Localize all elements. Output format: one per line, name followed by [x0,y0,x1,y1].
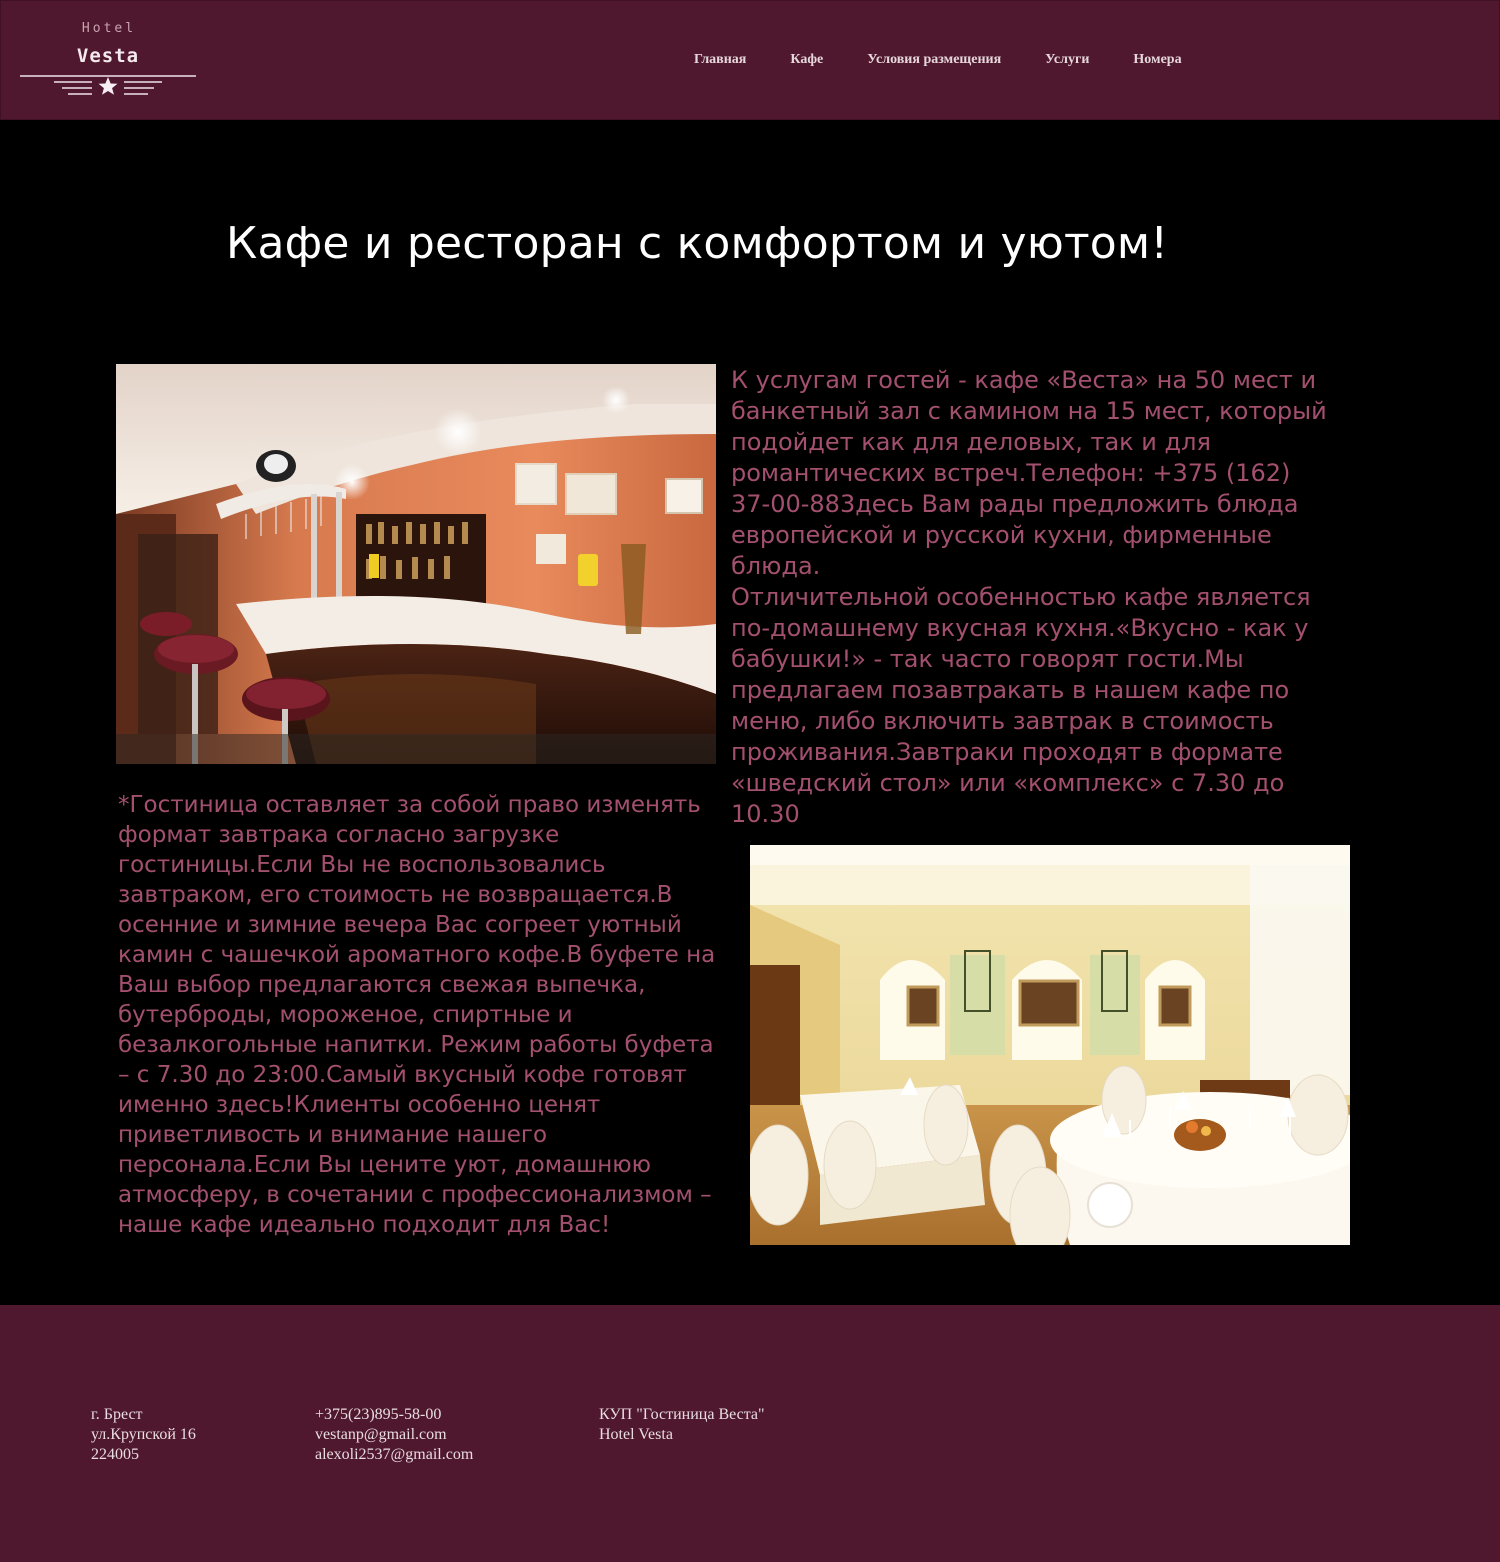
footer-company-en: Hotel Vesta [599,1426,673,1443]
main-nav: Главная Кафе Условия размещения Услуги Н… [694,52,1182,72]
footer-city: г. Брест [91,1406,143,1423]
cafe-bar-photo [116,364,716,764]
footer-address: г. Брест ул.Крупской 16 224005 [91,1405,196,1465]
nav-link-cafe[interactable]: Кафе [790,52,823,72]
nav-link-services[interactable]: Услуги [1045,52,1089,72]
nav-link-home[interactable]: Главная [694,52,746,72]
hotel-logo[interactable]: Hotel Vesta [18,18,198,102]
nav-link-rooms[interactable]: Номера [1133,52,1181,72]
footer-street: ул.Крупской 16 [91,1426,196,1443]
footer-company-name: КУП "Гостиница Веста" [599,1406,765,1423]
footer-contacts: +375(23)895-58-00 vestanp@gmail.com alex… [315,1405,473,1465]
star-icon [20,75,196,95]
footer-email-2[interactable]: alexoli2537@gmail.com [315,1445,473,1465]
footer-company: КУП "Гостиница Веста" Hotel Vesta [599,1405,765,1445]
footer-postcode: 224005 [91,1446,139,1463]
logo-big-text: Vesta [76,45,140,67]
footer-email-1[interactable]: vestanp@gmail.com [315,1425,473,1445]
banquet-hall-photo [750,845,1350,1245]
logo-small-text: Hotel [81,21,137,36]
site-header: Hotel Vesta Главная Кафе Условия размеще… [0,0,1500,120]
site-footer: г. Брест ул.Крупской 16 224005 +375(23)8… [0,1305,1500,1562]
nav-link-accommodation[interactable]: Условия размещения [867,52,1001,72]
breakfast-policy-text: *Гостиница оставляет за собой право изме… [118,792,716,1238]
cafe-description-text: К услугам гостей - кафе «Веста» на 50 ме… [731,366,1327,828]
page-title: Кафе и ресторан с комфортом и уютом! [226,218,1169,269]
footer-phone[interactable]: +375(23)895-58-00 [315,1405,473,1425]
